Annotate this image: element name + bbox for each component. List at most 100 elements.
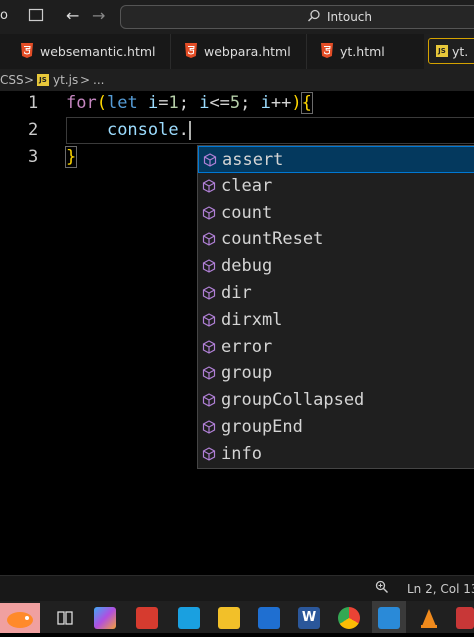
- html5-icon: [185, 43, 197, 58]
- copilot-icon[interactable]: [94, 607, 116, 629]
- paren: ): [291, 93, 302, 113]
- suggestion-item[interactable]: dir: [198, 280, 474, 307]
- object-name: console: [106, 120, 179, 140]
- status-bar: Ln 2, Col 13: [0, 575, 474, 602]
- breadcrumb-folder[interactable]: CSS: [0, 73, 24, 87]
- file-explorer-icon[interactable]: [218, 607, 240, 629]
- tab-label: yt.: [452, 44, 469, 59]
- tab-webpara[interactable]: webpara.html: [170, 34, 307, 69]
- method-cube-icon: [202, 179, 216, 193]
- breadcrumb: CSS > JS yt.js > ...: [0, 69, 474, 91]
- line-number: 2: [28, 120, 39, 140]
- suggestion-item[interactable]: debug: [198, 253, 474, 280]
- suggestion-label: error: [221, 336, 273, 357]
- suggestion-label: assert: [222, 150, 284, 170]
- suggestion-label: groupCollapsed: [221, 390, 365, 411]
- line-number: 1: [28, 93, 39, 113]
- tab-label: webpara.html: [204, 44, 291, 59]
- line-number: 3: [28, 147, 39, 167]
- window-title-fragment: o: [0, 8, 8, 23]
- variable: i: [199, 93, 210, 113]
- editor-tab-bar: websemantic.html webpara.html yt.html JS…: [0, 34, 474, 69]
- suggestion-item[interactable]: assert: [198, 146, 474, 173]
- method-cube-icon: [202, 393, 216, 407]
- close-brace: }: [64, 146, 78, 168]
- breadcrumb-separator: >: [24, 73, 35, 87]
- code-line-3[interactable]: }: [64, 146, 78, 168]
- breadcrumb-symbol[interactable]: ...: [93, 73, 104, 87]
- text-cursor: [188, 120, 191, 140]
- windows-taskbar: W: [0, 601, 474, 633]
- tab-websemantic[interactable]: websemantic.html: [0, 34, 171, 69]
- html5-icon: [21, 43, 33, 58]
- operator: <=: [209, 93, 230, 113]
- code-line-2[interactable]: console.: [66, 120, 191, 140]
- operator: =: [158, 93, 169, 113]
- dot: .: [178, 120, 189, 140]
- suggestion-item[interactable]: error: [198, 334, 474, 361]
- layout-icon[interactable]: [28, 7, 44, 23]
- method-cube-icon: [202, 339, 216, 354]
- suggestion-item[interactable]: clear: [198, 173, 474, 200]
- suggestion-item[interactable]: info: [198, 441, 474, 468]
- title-bar: o ← → Intouch: [0, 0, 474, 34]
- suggestion-label: countReset: [221, 229, 324, 250]
- open-brace: {: [300, 92, 313, 114]
- word-icon[interactable]: W: [298, 607, 320, 629]
- store-icon[interactable]: [178, 607, 200, 629]
- method-cube-icon: [202, 286, 216, 300]
- variable: i: [260, 93, 271, 113]
- taskbar-app-icon[interactable]: [456, 607, 474, 629]
- suggestion-item[interactable]: countReset: [198, 226, 474, 253]
- task-view-icon[interactable]: [54, 607, 76, 629]
- semicolon: ;: [240, 93, 251, 113]
- suggestion-item[interactable]: count: [198, 200, 474, 227]
- anydesk-icon[interactable]: [136, 607, 158, 629]
- breadcrumb-file[interactable]: yt.js: [53, 73, 78, 87]
- suggestion-item[interactable]: dirxml: [198, 307, 474, 334]
- suggestion-label: group: [221, 363, 273, 384]
- suggestion-item[interactable]: groupEnd: [198, 414, 474, 441]
- chrome-icon[interactable]: [338, 607, 360, 629]
- method-cube-icon: [202, 420, 216, 434]
- method-cube-icon: [202, 259, 216, 273]
- suggestion-label: groupEnd: [221, 417, 303, 437]
- paren: (: [96, 93, 107, 113]
- breadcrumb-separator: >: [80, 73, 91, 87]
- method-cube-icon: [202, 366, 216, 381]
- semicolon: ;: [178, 93, 189, 113]
- tab-yt-html[interactable]: yt.html: [306, 34, 425, 69]
- suggestion-item[interactable]: groupCollapsed: [198, 387, 474, 414]
- cursor-position[interactable]: Ln 2, Col 13: [407, 582, 474, 596]
- zoom-icon[interactable]: [375, 580, 389, 594]
- suggestion-label: dir: [221, 283, 252, 303]
- command-center-search[interactable]: Intouch: [120, 5, 474, 29]
- search-icon: [308, 9, 320, 22]
- suggestion-label: info: [221, 443, 262, 464]
- tab-yt-js-active[interactable]: JS yt.: [424, 34, 474, 69]
- number: 1: [168, 93, 179, 113]
- keyword-for: for: [66, 93, 97, 113]
- method-cube-icon: [202, 205, 216, 220]
- intellisense-suggestion-list[interactable]: assert clear count countReset debug dir dirxml…: [197, 145, 474, 469]
- forward-arrow-icon[interactable]: →: [92, 6, 105, 25]
- method-cube-icon: [203, 153, 217, 167]
- variable: i: [147, 93, 159, 113]
- suggestion-label: count: [221, 202, 273, 223]
- chrome-app-icon[interactable]: [258, 607, 280, 629]
- back-arrow-icon[interactable]: ←: [66, 6, 79, 25]
- search-text: Intouch: [327, 10, 372, 24]
- suggestion-item[interactable]: group: [198, 360, 474, 387]
- vscode-icon[interactable]: [378, 607, 400, 629]
- method-cube-icon: [202, 313, 216, 327]
- tab-label: websemantic.html: [40, 44, 156, 59]
- method-cube-icon: [202, 447, 216, 461]
- js-icon: JS: [37, 74, 49, 86]
- js-icon: JS: [436, 45, 448, 57]
- vlc-icon[interactable]: [418, 607, 440, 629]
- tab-label: yt.html: [340, 44, 385, 59]
- widgets-fish-icon[interactable]: [0, 603, 40, 633]
- suggestion-label: clear: [221, 175, 273, 196]
- code-line-1[interactable]: for(let i=1; i<=5; i++){: [66, 92, 313, 114]
- keyword-let: let: [106, 93, 138, 113]
